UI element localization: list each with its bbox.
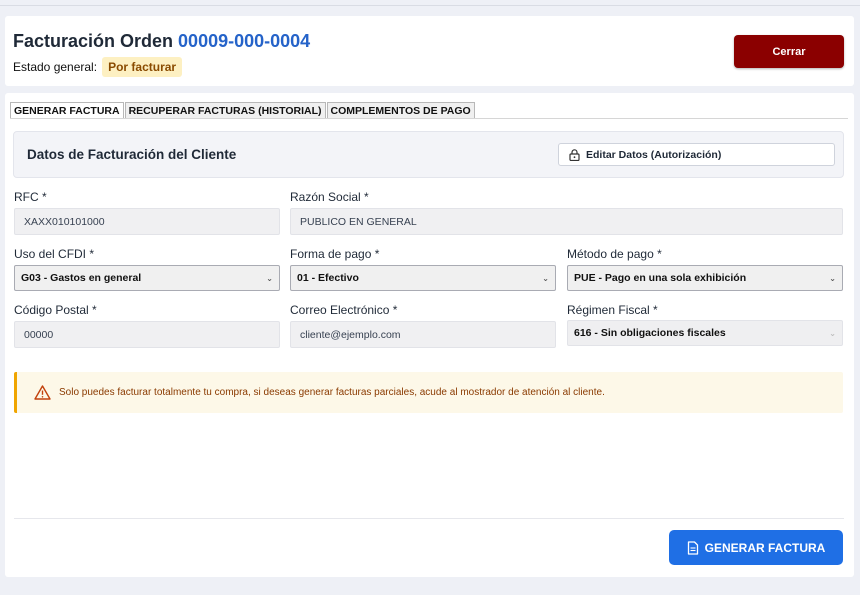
metodo-pago-label: Método de pago * [567,247,662,261]
order-header: Facturación Orden 00009-000-0004 Estado … [5,16,854,86]
razon-social-field: PUBLICO EN GENERAL [290,208,843,235]
forma-pago-label: Forma de pago * [290,247,380,261]
edit-data-label: Editar Datos (Autorización) [586,148,722,161]
tab-recuperar-facturas[interactable]: RECUPERAR FACTURAS (HISTORIAL) [124,102,326,119]
tab-underline [10,118,848,119]
edit-data-button[interactable]: Editar Datos (Autorización) [558,143,835,166]
codigo-postal-label: Código Postal * [14,303,97,317]
razon-social-label: Razón Social * [290,190,369,204]
correo-field: cliente@ejemplo.com [290,321,556,348]
forma-pago-value: 01 - Efectivo [297,272,359,284]
section-header: Datos de Facturación del Cliente Editar … [13,131,844,178]
tab-bar: GENERAR FACTURA RECUPERAR FACTURAS (HIST… [10,102,476,119]
chevron-down-icon: ⌄ [829,274,836,283]
regimen-fiscal-select: 616 - Sin obligaciones fiscales ⌄ [567,320,843,346]
correo-label: Correo Electrónico * [290,303,398,317]
footer-divider [14,518,844,519]
warning-icon [34,385,51,400]
codigo-postal-field: 00000 [14,321,280,348]
section-title: Datos de Facturación del Cliente [27,147,237,162]
uso-cfdi-label: Uso del CFDI * [14,247,95,261]
metodo-pago-value: PUE - Pago en una sola exhibición [574,272,747,284]
status-row: Estado general: Por facturar [13,57,183,77]
partial-invoice-alert: Solo puedes facturar totalmente tu compr… [14,372,843,413]
status-label: Estado general: [13,60,98,74]
uso-cfdi-select[interactable]: G03 - Gastos en general ⌄ [14,265,280,291]
invoice-panel: GENERAR FACTURA RECUPERAR FACTURAS (HIST… [5,93,854,577]
generate-invoice-label: GENERAR FACTURA [704,540,826,555]
status-badge: Por facturar [102,57,183,77]
regimen-fiscal-value: 616 - Sin obligaciones fiscales [574,327,726,339]
title-prefix: Facturación Orden [13,31,174,51]
chevron-down-icon: ⌄ [266,274,273,283]
generate-invoice-button[interactable]: GENERAR FACTURA [669,530,843,565]
top-divider [0,5,860,6]
metodo-pago-select[interactable]: PUE - Pago en una sola exhibición ⌄ [567,265,843,291]
tab-generar-factura[interactable]: GENERAR FACTURA [10,102,124,119]
chevron-down-icon: ⌄ [829,329,836,338]
alert-text: Solo puedes facturar totalmente tu compr… [59,387,605,398]
page-title: Facturación Orden 00009-000-0004 [13,31,310,52]
rfc-field: XAXX010101000 [14,208,280,235]
regimen-fiscal-label: Régimen Fiscal * [567,303,658,317]
tab-complementos-pago[interactable]: COMPLEMENTOS DE PAGO [326,102,475,119]
document-icon [687,540,698,555]
order-number: 00009-000-0004 [178,31,311,51]
uso-cfdi-value: G03 - Gastos en general [21,272,142,284]
forma-pago-select[interactable]: 01 - Efectivo ⌄ [290,265,556,291]
chevron-down-icon: ⌄ [542,274,549,283]
close-button[interactable]: Cerrar [734,35,844,68]
rfc-label: RFC * [14,190,47,204]
lock-icon [569,148,580,161]
